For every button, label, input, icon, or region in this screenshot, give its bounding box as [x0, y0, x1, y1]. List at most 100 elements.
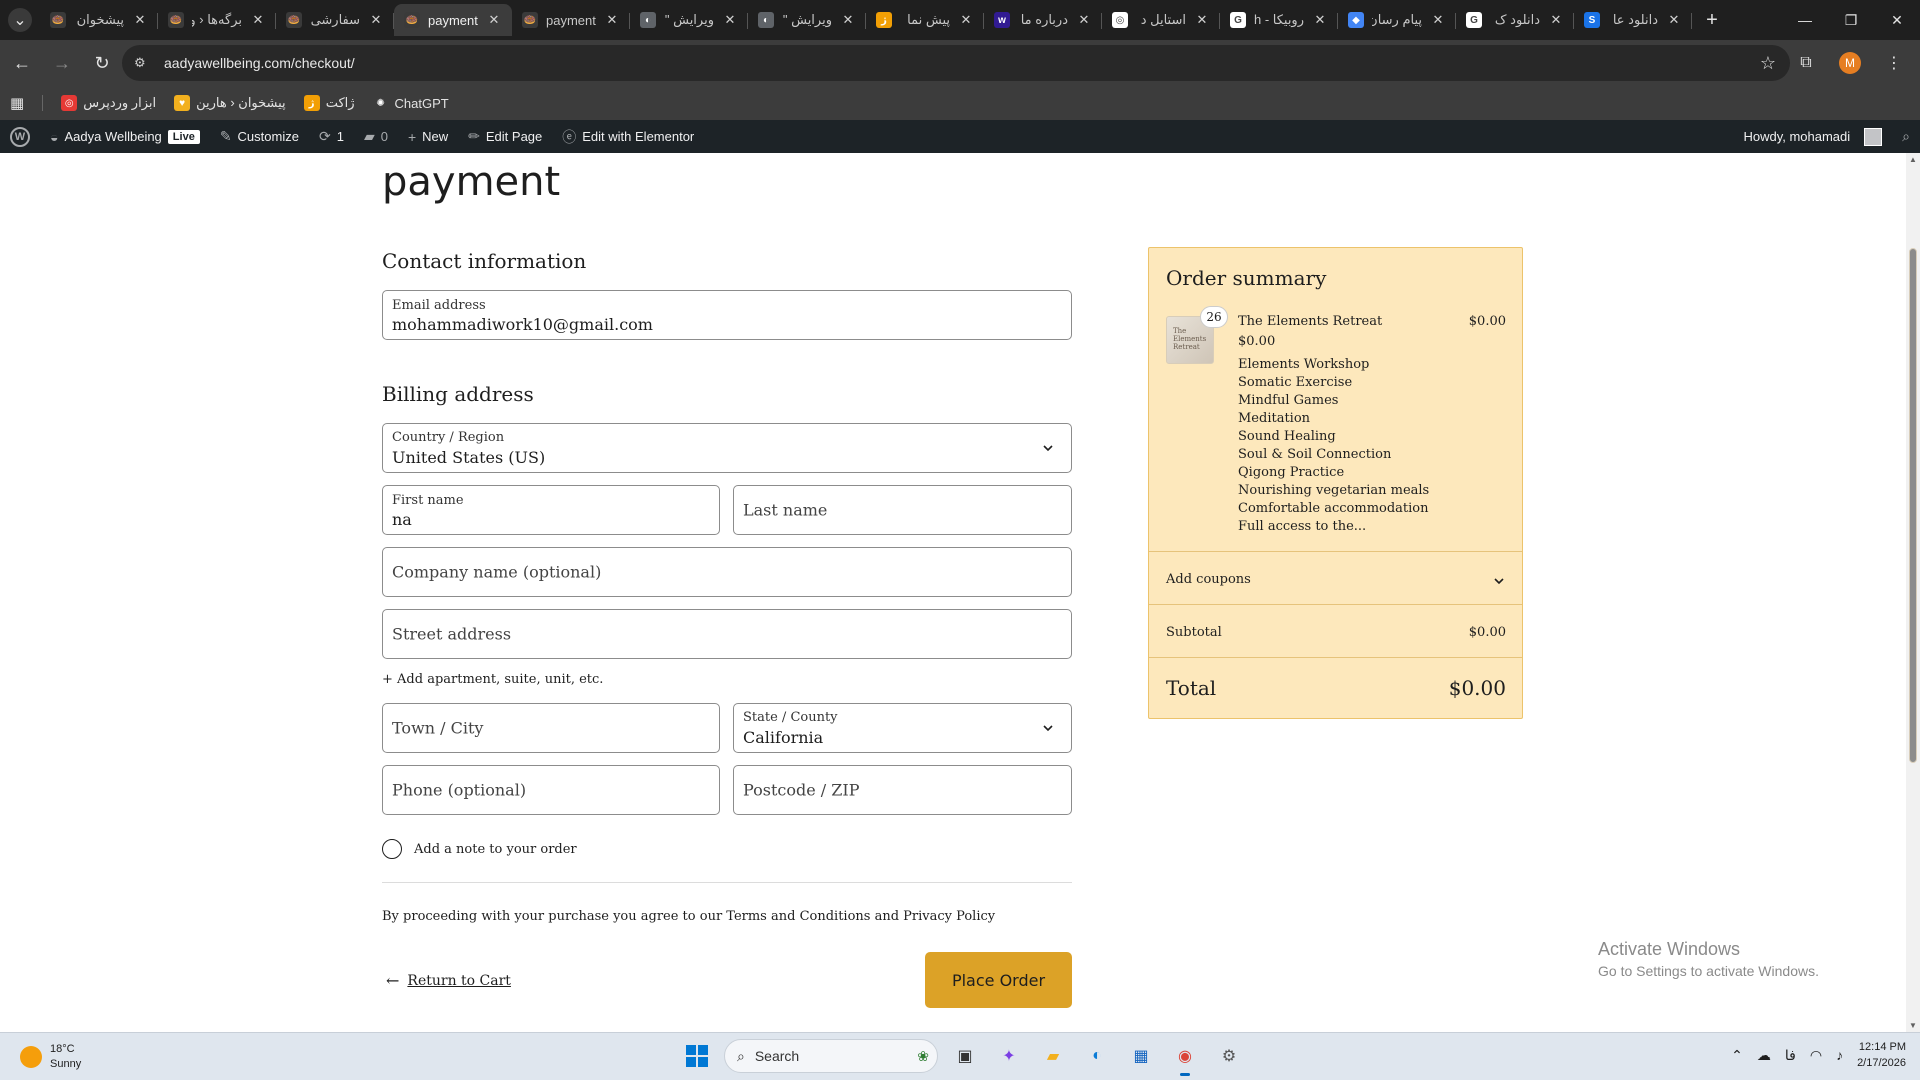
browser-tab[interactable]: S دانلود عا ✕ [1574, 4, 1692, 36]
chevron-up-icon[interactable]: ⌃ [1731, 1047, 1743, 1064]
new-tab-button[interactable]: + [1696, 4, 1728, 36]
browser-tab[interactable]: 🍩 payment ✕ [512, 4, 630, 36]
updates-link[interactable]: ⟳ 1 [309, 120, 354, 153]
onedrive-off-icon[interactable]: ☁ [1757, 1047, 1771, 1064]
menu-icon[interactable]: ⋮ [1876, 45, 1912, 81]
user-account-link[interactable]: Howdy, mohamadi [1733, 120, 1892, 153]
volume-icon[interactable]: ♪ [1836, 1047, 1843, 1063]
phone-field[interactable]: Phone (optional) [382, 765, 720, 815]
tab-close-icon[interactable]: ✕ [486, 12, 502, 28]
tab-close-icon[interactable]: ✕ [1548, 12, 1564, 28]
bookmark-star-icon[interactable]: ☆ [1760, 53, 1776, 74]
bookmark-item[interactable]: ♥ پیشخوان ‹ هارین [174, 95, 286, 111]
return-to-cart-link[interactable]: ← Return to Cart [386, 971, 511, 990]
comments-link[interactable]: ▰ 0 [354, 120, 398, 153]
bookmark-item[interactable]: ✺ ChatGPT [372, 95, 449, 111]
start-button[interactable] [680, 1039, 714, 1073]
tab-close-icon[interactable]: ✕ [1194, 12, 1210, 28]
country-select[interactable]: Country / Region United States (US) [382, 423, 1072, 473]
street-address-field[interactable]: Street address [382, 609, 1072, 659]
copilot-icon[interactable]: ✦ [992, 1039, 1026, 1073]
edge-icon[interactable]: ◐ [1080, 1039, 1114, 1073]
scroll-up-icon[interactable]: ▲ [1908, 155, 1918, 164]
browser-tab[interactable]: G دانلود ک ✕ [1456, 4, 1574, 36]
store-icon[interactable]: ▦ [1124, 1039, 1158, 1073]
minimize-icon[interactable]: — [1782, 0, 1828, 40]
email-field[interactable]: Email address mohammadiwork10@gmail.com [382, 290, 1072, 340]
browser-tab[interactable]: ◐ ویرایش " ✕ [748, 4, 866, 36]
edit-elementor-link[interactable]: ⓔ Edit with Elementor [552, 120, 704, 153]
reload-button[interactable]: ↻ [84, 45, 120, 81]
bookmark-list: ◎ ابزار وردپرس ♥ پیشخوان ‹ هارین ژ ژاکت ✺ ChatG… [61, 95, 449, 111]
order-note-row[interactable]: Add a note to your order [382, 839, 577, 859]
tab-close-icon[interactable]: ✕ [958, 12, 974, 28]
city-field[interactable]: Town / City [382, 703, 720, 753]
weather-widget[interactable]: 18°C Sunny [20, 1042, 81, 1072]
order-note-checkbox[interactable] [382, 839, 402, 859]
state-select[interactable]: State / County California [733, 703, 1072, 753]
language-indicator[interactable]: فا [1785, 1047, 1796, 1064]
place-order-button[interactable]: Place Order [925, 952, 1072, 1008]
tab-close-icon[interactable]: ✕ [250, 12, 266, 28]
scroll-down-icon[interactable]: ▼ [1908, 1021, 1918, 1030]
taskbar-search[interactable]: ⌕ Search ❀ [724, 1039, 938, 1073]
url-text[interactable]: aadyawellbeing.com/checkout/ [164, 55, 355, 71]
file-explorer-icon[interactable]: ▰ [1036, 1039, 1070, 1073]
browser-tab[interactable]: 🍩 پیشخوان ✕ [40, 4, 158, 36]
task-view-icon[interactable]: ▣ [948, 1039, 982, 1073]
edit-page-link[interactable]: ✏ Edit Page [458, 120, 552, 153]
browser-tab[interactable]: 🍩 سفارشی‌ ✕ [276, 4, 394, 36]
browser-tab[interactable]: 🍩 برگه‌ها ‹ و ✕ [158, 4, 276, 36]
last-name-field[interactable]: Last name [733, 485, 1072, 535]
chrome-icon[interactable]: ◉ [1168, 1039, 1202, 1076]
browser-tab[interactable]: G روبیکا - h ✕ [1220, 4, 1338, 36]
browser-tab[interactable]: ◆ پیام رسان ✕ [1338, 4, 1456, 36]
scrollbar-thumb[interactable] [1909, 248, 1917, 763]
tab-close-icon[interactable]: ✕ [1666, 12, 1682, 28]
bookmark-item[interactable]: ◎ ابزار وردپرس [61, 95, 156, 111]
admin-search-button[interactable]: ⌕ [1892, 120, 1920, 153]
first-name-field[interactable]: First name na [382, 485, 720, 535]
postcode-field[interactable]: Postcode / ZIP [733, 765, 1072, 815]
wifi-icon[interactable]: ◠ [1810, 1047, 1822, 1064]
forward-button[interactable]: → [44, 45, 80, 81]
extensions-icon[interactable]: ⧉ [1788, 45, 1824, 81]
browser-tab[interactable]: ژ پیش نما ✕ [866, 4, 984, 36]
tab-close-icon[interactable]: ✕ [1076, 12, 1092, 28]
profile-button[interactable]: M [1832, 45, 1868, 81]
add-coupons-toggle[interactable]: Add coupons [1166, 572, 1251, 587]
email-label: Email address [392, 298, 486, 313]
tab-close-icon[interactable]: ✕ [840, 12, 856, 28]
browser-tab[interactable]: ◐ ویرایش " ✕ [630, 4, 748, 36]
add-apartment-link[interactable]: + Add apartment, suite, unit, etc. [382, 672, 603, 687]
browser-tab[interactable]: 🍩 payment ✕ [394, 4, 512, 36]
wp-logo-button[interactable]: W [0, 120, 40, 153]
page-title: payment [382, 159, 561, 205]
tab-close-icon[interactable]: ✕ [368, 12, 384, 28]
site-name-link[interactable]: ◒ Aadya Wellbeing Live [40, 120, 210, 153]
tab-close-icon[interactable]: ✕ [1312, 12, 1328, 28]
tab-close-icon[interactable]: ✕ [132, 12, 148, 28]
tab-close-icon[interactable]: ✕ [1430, 12, 1446, 28]
chevron-down-icon[interactable] [1492, 574, 1506, 588]
settings-gear-icon[interactable]: ⚙ [1212, 1039, 1246, 1073]
tab-close-icon[interactable]: ✕ [722, 12, 738, 28]
page-scrollbar[interactable]: ▲ ▼ [1906, 153, 1920, 1032]
company-field[interactable]: Company name (optional) [382, 547, 1072, 597]
browser-tab[interactable]: w درباره ما ✕ [984, 4, 1102, 36]
tab-search-button[interactable]: ⌄ [0, 0, 40, 40]
tab-favicon-icon: ژ [876, 12, 892, 28]
new-content-link[interactable]: + New [398, 120, 458, 153]
address-bar[interactable]: ⚙ aadyawellbeing.com/checkout/ ☆ [122, 45, 1790, 81]
restore-icon[interactable]: ❐ [1828, 0, 1874, 40]
browser-tab[interactable]: ◎ استایل د ✕ [1102, 4, 1220, 36]
tab-close-icon[interactable]: ✕ [604, 12, 620, 28]
back-button[interactable]: ← [4, 45, 40, 81]
refresh-icon: ⟳ [318, 128, 331, 144]
bookmark-item[interactable]: ژ ژاکت [303, 95, 355, 111]
clock[interactable]: 12:14 PM 2/17/2026 [1857, 1039, 1906, 1071]
customize-link[interactable]: ✎ Customize [210, 120, 309, 153]
site-info-icon[interactable]: ⚙ [134, 55, 154, 71]
apps-grid-icon[interactable]: ▦ [10, 94, 24, 112]
close-window-icon[interactable]: ✕ [1874, 0, 1920, 40]
